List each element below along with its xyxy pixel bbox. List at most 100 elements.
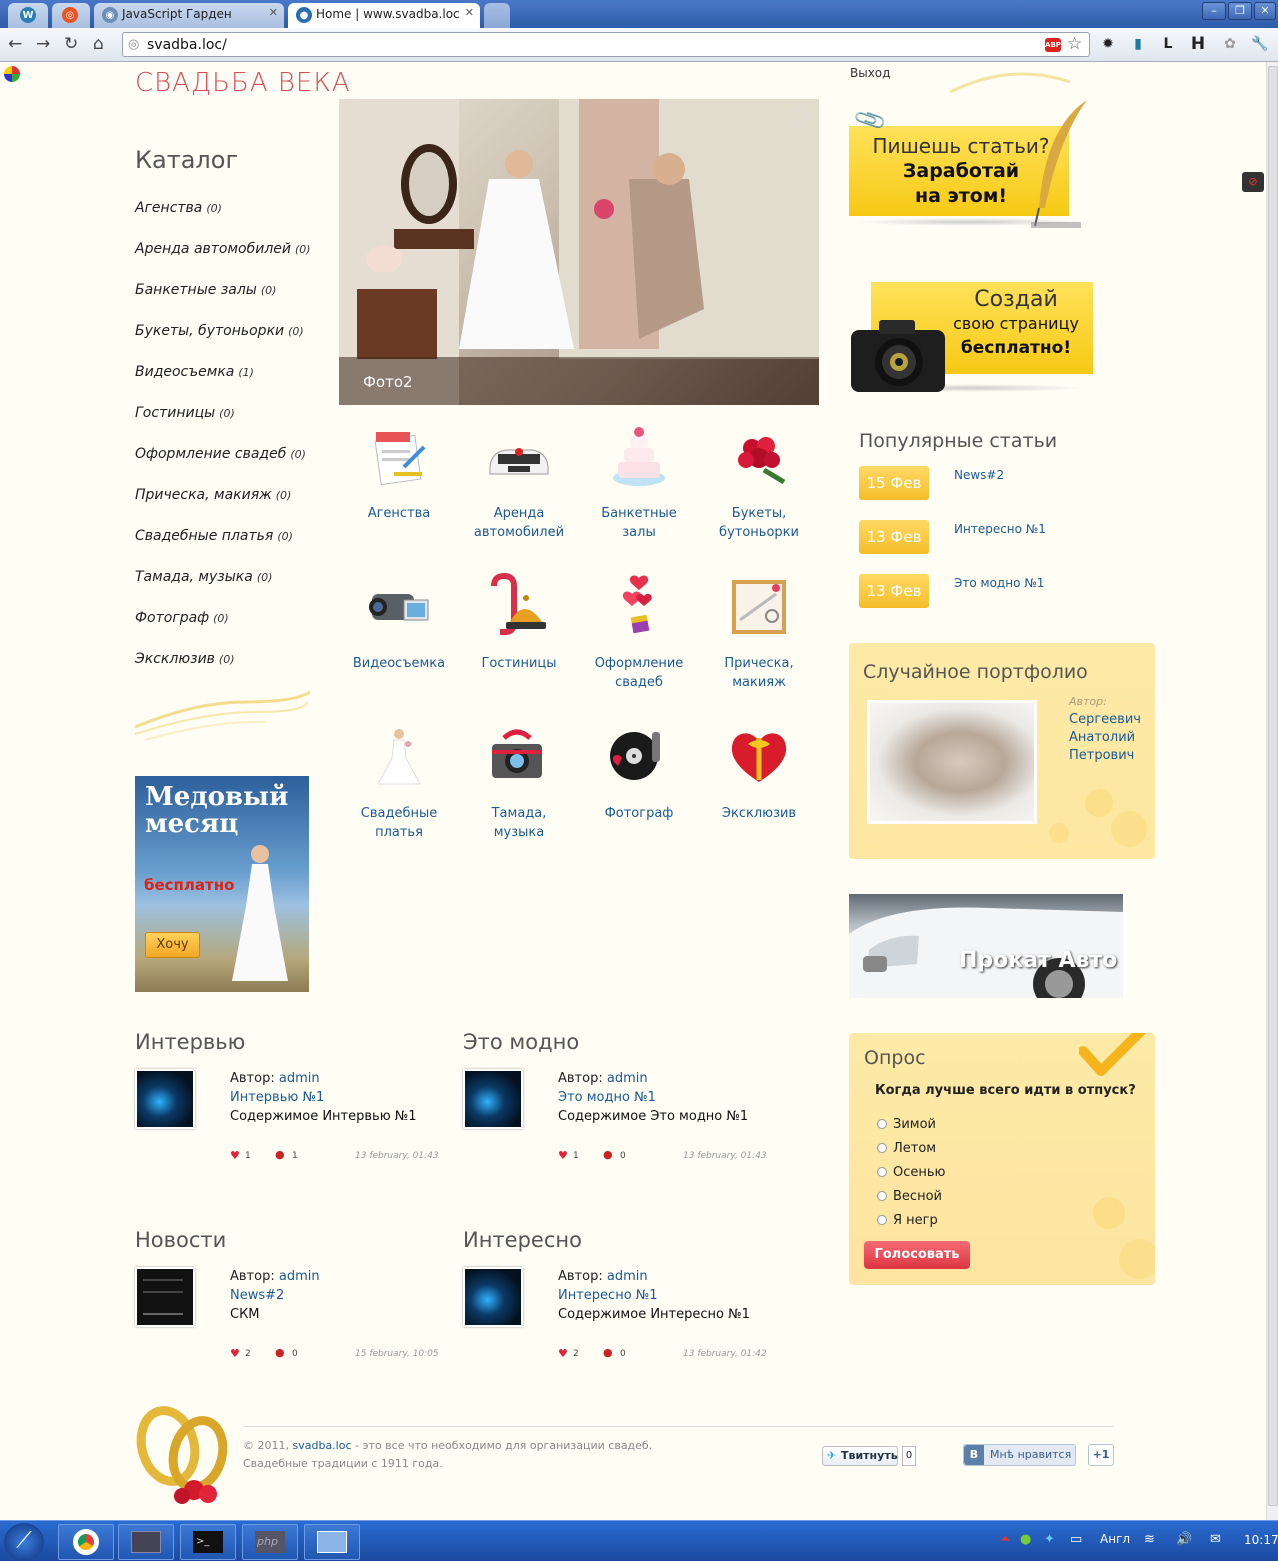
catalog-item[interactable]: Свадебные платья (0) xyxy=(135,528,325,569)
tray-dropbox-icon[interactable]: ✦ xyxy=(1044,1532,1055,1547)
photo-slider[interactable]: Фото2 xyxy=(339,99,819,405)
catalog-item[interactable]: Гостиницы (0) xyxy=(135,405,325,446)
home-icon[interactable]: ⌂ xyxy=(93,35,104,53)
portfolio-author[interactable]: Сергеевич Анатолий Петрович xyxy=(1069,711,1141,765)
address-bar[interactable]: ◎ svadba.loc/ ABP ☆ xyxy=(122,32,1090,57)
category-tile[interactable]: Эксклюзив xyxy=(699,722,819,823)
taskbar-chrome[interactable] xyxy=(58,1524,114,1560)
paw-icon[interactable]: ✿ xyxy=(1220,34,1240,54)
extension-badge-icon[interactable] xyxy=(4,66,20,82)
comment-icon[interactable]: ● xyxy=(275,1148,285,1161)
category-tile[interactable]: Букеты, бутоньорки xyxy=(699,422,819,542)
popular-item[interactable]: 13 Фев Интересно №1 xyxy=(859,520,1159,560)
comment-icon[interactable]: ● xyxy=(603,1346,613,1359)
star-icon[interactable]: ☆ xyxy=(1067,34,1082,54)
popular-link[interactable]: Это модно №1 xyxy=(954,576,1044,590)
catalog-item[interactable]: Банкетные залы (0) xyxy=(135,282,325,323)
popular-item[interactable]: 13 Фев Это модно №1 xyxy=(859,574,1159,614)
category-tile[interactable]: Фотограф xyxy=(579,722,699,823)
new-tab-button[interactable] xyxy=(484,3,510,28)
category-tile[interactable]: Агенства xyxy=(339,422,459,523)
catalog-item[interactable]: Видеосъемка (1) xyxy=(135,364,325,405)
poll-option[interactable]: Осенью xyxy=(877,1165,945,1180)
adblock-icon[interactable]: ABP xyxy=(1045,38,1061,52)
catalog-item[interactable]: Агенства (0) xyxy=(135,200,325,241)
catalog-item[interactable]: Прическа, макияж (0) xyxy=(135,487,325,528)
radio-button[interactable] xyxy=(877,1119,887,1129)
maximize-button[interactable]: ❐ xyxy=(1228,2,1252,20)
vk-like-button[interactable]: В Мнѣ нравится xyxy=(963,1444,1076,1466)
block-icon[interactable]: ⊘ xyxy=(1242,172,1264,192)
category-tile[interactable]: Банкетные залы xyxy=(579,422,699,542)
poll-option[interactable]: Я негр xyxy=(877,1213,938,1228)
post-title-link[interactable]: News#2 xyxy=(230,1288,284,1303)
extension-icon[interactable]: ▮ xyxy=(1128,34,1148,54)
category-tile[interactable]: Видеосъемка xyxy=(339,572,459,673)
tray-display-icon[interactable]: ▭ xyxy=(1070,1532,1082,1547)
post-title-link[interactable]: Это модно №1 xyxy=(558,1090,656,1105)
vote-button[interactable]: Голосовать xyxy=(864,1241,970,1269)
catalog-item[interactable]: Фотограф (0) xyxy=(135,610,325,651)
wifi-icon[interactable]: ≋ xyxy=(1144,1532,1155,1547)
author-link[interactable]: admin xyxy=(607,1269,648,1284)
category-tile[interactable]: Прическа, макияж xyxy=(699,572,819,692)
category-tile[interactable]: Оформление свадеб xyxy=(579,572,699,692)
popular-link[interactable]: News#2 xyxy=(954,468,1004,482)
post-thumbnail[interactable] xyxy=(135,1069,195,1129)
honeymoon-banner[interactable]: Медовый месяц бесплатно Хочу xyxy=(135,776,309,992)
poll-option[interactable]: Весной xyxy=(877,1189,942,1204)
minimize-button[interactable]: – xyxy=(1202,2,1226,20)
comment-icon[interactable]: ● xyxy=(275,1346,285,1359)
extension-h-icon[interactable]: H xyxy=(1188,34,1208,54)
site-logo[interactable]: СВАДЬБА ВЕКА xyxy=(135,68,351,98)
heart-icon[interactable]: ♥ xyxy=(230,1149,240,1162)
catalog-item[interactable]: Тамада, музыка (0) xyxy=(135,569,325,610)
scrollbar-thumb[interactable] xyxy=(1268,66,1278,1506)
back-icon[interactable]: ← xyxy=(8,35,22,53)
plus-one-button[interactable]: +1 xyxy=(1088,1444,1114,1466)
catalog-item[interactable]: Букеты, бутоньорки (0) xyxy=(135,323,325,364)
taskbar-window[interactable] xyxy=(118,1524,174,1560)
heart-icon[interactable]: ♥ xyxy=(558,1149,568,1162)
radio-button[interactable] xyxy=(877,1167,887,1177)
footer-site-link[interactable]: svadba.loc xyxy=(293,1439,352,1452)
post-thumbnail[interactable] xyxy=(135,1267,195,1327)
extension-l-icon[interactable]: L xyxy=(1158,34,1178,54)
gear-icon[interactable]: ✹ xyxy=(1098,34,1118,54)
tab-javascript-garden[interactable]: ◉ JavaScript Гарден ✕ xyxy=(94,3,284,28)
reload-icon[interactable]: ↻ xyxy=(64,35,78,53)
close-icon[interactable]: ✕ xyxy=(465,6,474,19)
radio-button[interactable] xyxy=(877,1215,887,1225)
keyboard-layout[interactable]: Англ xyxy=(1100,1532,1130,1546)
post-thumbnail[interactable] xyxy=(463,1267,523,1327)
category-tile[interactable]: Аренда автомобилей xyxy=(459,422,579,542)
radio-button[interactable] xyxy=(877,1143,887,1153)
tab-home-svadba[interactable]: ● Home | www.svadba.loc ✕ xyxy=(288,3,480,28)
author-link[interactable]: admin xyxy=(279,1071,320,1086)
author-link[interactable]: admin xyxy=(607,1071,648,1086)
logout-link[interactable]: Выход xyxy=(850,66,890,80)
mail-icon[interactable]: ✉ xyxy=(1210,1532,1221,1547)
create-page-banner[interactable]: Создай свою страницу бесплатно! xyxy=(849,280,1099,398)
popular-link[interactable]: Интересно №1 xyxy=(954,522,1046,536)
car-rental-banner[interactable]: Прокат Авто xyxy=(849,894,1123,998)
pause-icon[interactable] xyxy=(791,109,807,125)
taskbar-terminal[interactable]: >_ xyxy=(180,1524,236,1560)
post-thumbnail[interactable] xyxy=(463,1069,523,1129)
poll-option[interactable]: Летом xyxy=(877,1141,936,1156)
category-tile[interactable]: Свадебные платья xyxy=(339,722,459,842)
write-articles-banner[interactable]: 📎 Пишешь статьи? Заработай на этом! xyxy=(849,98,1089,234)
portfolio-image[interactable] xyxy=(867,700,1037,824)
popular-item[interactable]: 15 Фев News#2 xyxy=(859,466,1159,506)
taskbar-app[interactable] xyxy=(304,1524,360,1560)
forward-icon[interactable]: → xyxy=(36,35,50,53)
heart-icon[interactable]: ♥ xyxy=(558,1347,568,1360)
tab-ubuntu[interactable]: ◎ xyxy=(52,3,90,28)
radio-button[interactable] xyxy=(877,1191,887,1201)
catalog-item[interactable]: Оформление свадеб (0) xyxy=(135,446,325,487)
tray-messenger-icon[interactable]: ● xyxy=(1020,1532,1031,1547)
poll-option[interactable]: Зимой xyxy=(877,1117,936,1132)
catalog-item[interactable]: Аренда автомобилей (0) xyxy=(135,241,325,282)
author-link[interactable]: admin xyxy=(279,1269,320,1284)
wrench-icon[interactable]: 🔧 xyxy=(1250,34,1270,54)
